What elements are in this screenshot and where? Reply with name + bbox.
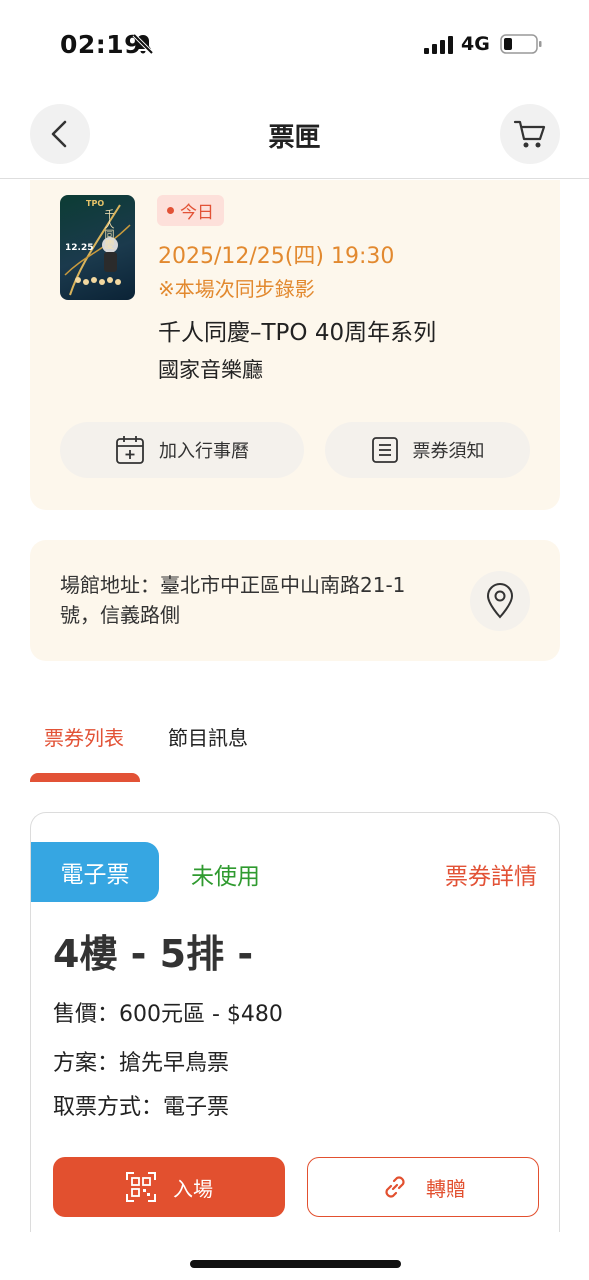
cart-button[interactable]	[500, 104, 560, 164]
ticket-notice-label: 票券須知	[412, 441, 485, 462]
qr-scan-icon	[126, 1172, 156, 1202]
add-to-calendar-label: 加入行事曆	[159, 441, 249, 462]
tab-program-info[interactable]: 節目訊息	[168, 722, 248, 751]
poster-brand: TPO	[86, 199, 105, 208]
ticket-status: 未使用	[191, 864, 260, 890]
ticket-pickup-method: 取票方式：電子票	[53, 1095, 230, 1120]
battery-icon	[500, 34, 542, 58]
status-time: 02:19	[60, 30, 143, 59]
enter-button[interactable]: 入場	[53, 1157, 285, 1217]
transfer-button[interactable]: 轉贈	[307, 1157, 539, 1217]
today-badge-label: 今日	[180, 203, 214, 223]
recording-note: ※本場次同步錄影	[158, 277, 315, 301]
active-tab-indicator	[30, 773, 140, 782]
venue-name: 國家音樂廳	[158, 358, 263, 382]
top-nav-bar: 票匣	[0, 90, 589, 179]
bell-slash-icon	[132, 33, 154, 59]
ticket-card: 電子票 未使用 票券詳情 4樓 - 5排 - 售價：600元區 - $480 方…	[30, 812, 560, 1232]
transfer-label: 轉贈	[426, 1176, 466, 1201]
signal-icon	[424, 36, 454, 58]
ticket-plan: 方案：搶先早鳥票	[53, 1051, 230, 1076]
cart-icon	[513, 120, 546, 148]
document-list-icon	[371, 437, 398, 463]
eticket-badge: 電子票	[31, 842, 159, 902]
ticket-notice-button[interactable]: 票券須知	[325, 422, 530, 478]
seat-info: 4樓 - 5排 -	[53, 932, 254, 976]
event-card: TPO 千人同慶 12.25 今日 2025/12/25(四) 19:30 ※本…	[30, 180, 560, 510]
add-to-calendar-button[interactable]: 加入行事曆	[60, 422, 304, 478]
poster-date: 12.25	[65, 243, 94, 253]
home-indicator	[190, 1260, 401, 1268]
today-dot	[167, 207, 174, 214]
calendar-add-icon	[116, 436, 144, 464]
event-title: 千人同慶–TPO 40周年系列	[158, 320, 437, 346]
enter-label: 入場	[173, 1176, 213, 1201]
event-poster[interactable]: TPO 千人同慶 12.25	[60, 195, 135, 300]
link-icon	[385, 1176, 405, 1198]
tab-ticket-list[interactable]: 票券列表	[44, 722, 124, 751]
poster-title: 千人同慶	[102, 209, 113, 249]
map-pin-icon	[486, 583, 514, 619]
ticket-detail-link[interactable]: 票券詳情	[445, 857, 537, 891]
map-button[interactable]	[470, 571, 530, 631]
venue-address-card: 場館地址：臺北市中正區中山南路21-1號，信義路側	[30, 540, 560, 661]
venue-address: 場館地址：臺北市中正區中山南路21-1號，信義路側	[60, 573, 406, 627]
network-label: 4G	[461, 33, 490, 55]
today-badge: 今日	[157, 195, 224, 226]
event-datetime: 2025/12/25(四) 19:30	[158, 244, 395, 269]
status-bar: 02:19 4G	[0, 0, 589, 90]
ticket-price: 售價：600元區 - $480	[53, 1002, 283, 1027]
